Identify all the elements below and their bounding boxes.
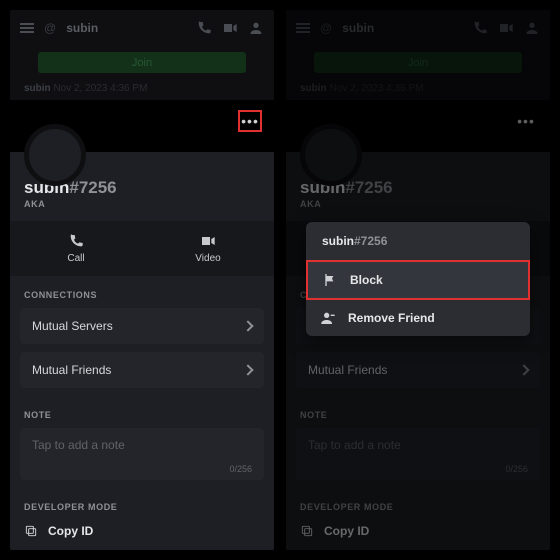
copy-icon (24, 524, 38, 538)
chevron-right-icon (242, 320, 253, 331)
more-options-button[interactable]: ••• (238, 110, 262, 132)
screenshot-right: @ subin Join subin Nov 2, 2023 4:36 PM •… (286, 10, 550, 550)
ellipsis-icon: ••• (241, 113, 259, 129)
profile-banner: ••• (10, 100, 274, 152)
remove-friend-menu-item[interactable]: Remove Friend (306, 300, 530, 336)
call-button[interactable]: Call (10, 221, 142, 276)
call-icon[interactable] (472, 20, 488, 36)
note-placeholder: Tap to add a note (308, 438, 528, 452)
avatar[interactable] (24, 124, 86, 186)
note-placeholder: Tap to add a note (32, 438, 252, 452)
members-icon[interactable] (524, 20, 540, 36)
join-label: Join (132, 57, 152, 69)
avatar[interactable] (300, 124, 362, 186)
block-menu-item[interactable]: Block (306, 260, 530, 300)
screenshot-left: @ subin Join subin Nov 2, 2023 4:36 PM •… (10, 10, 274, 550)
chat-header: @ subin (286, 10, 550, 46)
note-heading: NOTE (286, 396, 550, 428)
copy-id-button[interactable]: Copy ID (10, 520, 274, 550)
profile-card: subin#7256 AKA Call Video CONNECTIONS Mu… (286, 152, 550, 550)
mutual-friends-label: Mutual Friends (32, 363, 111, 377)
note-counter: 0/256 (32, 452, 252, 474)
note-heading: NOTE (10, 396, 274, 428)
chat-title: subin (66, 21, 98, 35)
at-symbol: @ (320, 21, 332, 35)
block-label: Block (350, 273, 383, 287)
devmode-heading: DEVELOPER MODE (286, 488, 550, 520)
at-symbol: @ (44, 21, 56, 35)
devmode-heading: DEVELOPER MODE (10, 488, 274, 520)
ellipsis-icon: ••• (517, 113, 535, 129)
chevron-right-icon (518, 364, 529, 375)
menu-title: subin#7256 (306, 222, 530, 260)
call-label: Call (67, 253, 84, 264)
message-preview: subin Nov 2, 2023 4:36 PM (10, 73, 274, 100)
flag-icon (322, 272, 338, 288)
menu-icon[interactable] (20, 27, 34, 29)
profile-banner: ••• (286, 100, 550, 152)
aka-label: AKA (286, 198, 550, 219)
mutual-friends-row[interactable]: Mutual Friends (296, 352, 540, 388)
video-icon[interactable] (498, 20, 514, 36)
video-label: Video (195, 253, 220, 264)
join-call-button[interactable]: Join (38, 52, 246, 74)
copy-id-label: Copy ID (324, 524, 369, 538)
chat-header: @ subin (10, 10, 274, 46)
action-row: Call Video (10, 221, 274, 276)
call-icon[interactable] (196, 20, 212, 36)
connections-heading: CONNECTIONS (10, 276, 274, 308)
menu-icon[interactable] (296, 27, 310, 29)
phone-icon (67, 233, 85, 249)
note-input[interactable]: Tap to add a note 0/256 (20, 428, 264, 480)
copy-icon (300, 524, 314, 538)
mutual-servers-row[interactable]: Mutual Servers (20, 308, 264, 344)
aka-label: AKA (10, 198, 274, 219)
mutual-friends-row[interactable]: Mutual Friends (20, 352, 264, 388)
video-icon[interactable] (222, 20, 238, 36)
video-button[interactable]: Video (142, 221, 274, 276)
profile-card: subin#7256 AKA Call Video CONNECTIONS Mu… (10, 152, 274, 550)
camera-icon (199, 233, 217, 249)
mutual-friends-label: Mutual Friends (308, 363, 387, 377)
more-options-button[interactable]: ••• (514, 110, 538, 132)
remove-friend-icon (320, 310, 336, 326)
remove-friend-label: Remove Friend (348, 311, 435, 325)
copy-id-label: Copy ID (48, 524, 93, 538)
note-input[interactable]: Tap to add a note 0/256 (296, 428, 540, 480)
note-counter: 0/256 (308, 452, 528, 474)
join-label: Join (408, 57, 428, 69)
join-call-button[interactable]: Join (314, 52, 522, 74)
message-preview: subin Nov 2, 2023 4:36 PM (286, 73, 550, 100)
chat-title: subin (342, 21, 374, 35)
copy-id-button[interactable]: Copy ID (286, 520, 550, 550)
mutual-servers-label: Mutual Servers (32, 319, 113, 333)
context-menu: subin#7256 Block Remove Friend (306, 222, 530, 336)
members-icon[interactable] (248, 20, 264, 36)
chevron-right-icon (242, 364, 253, 375)
